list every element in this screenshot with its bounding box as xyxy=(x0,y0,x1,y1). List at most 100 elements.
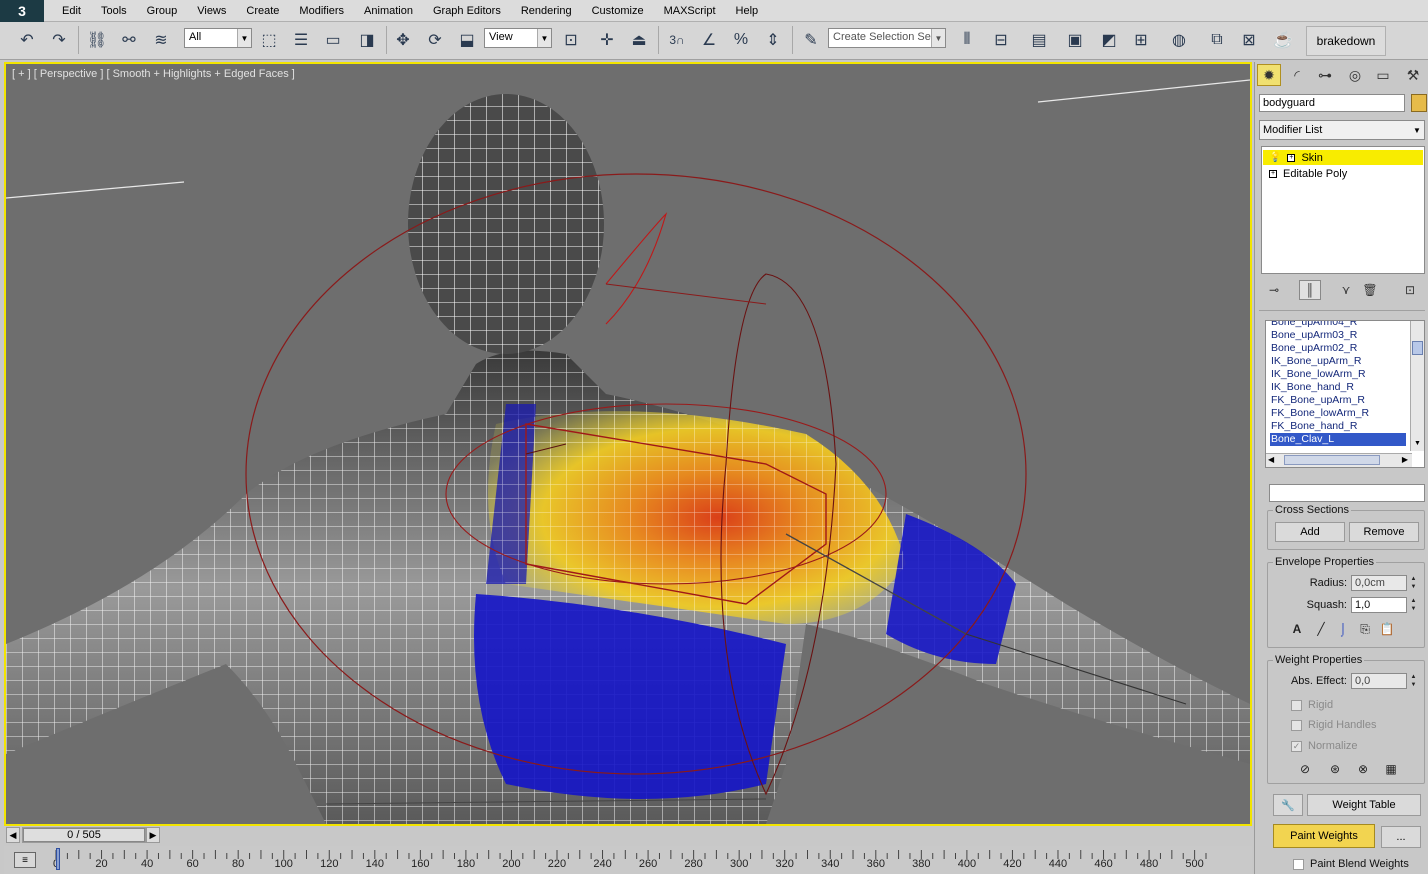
viewport-pov-label[interactable]: [ Perspective ] xyxy=(34,68,104,80)
exclude-verts-icon[interactable]: ⊘ xyxy=(1295,760,1315,778)
menu-item-customize[interactable]: Customize xyxy=(582,5,654,17)
copy-envelope-icon[interactable]: ⎘ xyxy=(1355,620,1375,638)
mirror-icon[interactable]: ⫴ xyxy=(954,27,980,53)
show-end-result-icon[interactable]: ║ xyxy=(1299,280,1321,300)
viewport-menu-label[interactable]: [ + ] xyxy=(12,68,31,80)
angle-snap-icon[interactable]: ∠ xyxy=(696,27,722,53)
stack-item-editable-poly[interactable]: + Editable Poly xyxy=(1263,166,1423,181)
checkbox-box[interactable] xyxy=(1293,858,1304,870)
viewport-shading-label[interactable]: [ Smooth + Highlights + Edged Faces ] xyxy=(106,68,294,80)
menu-item-animation[interactable]: Animation xyxy=(354,5,423,17)
remove-modifier-icon[interactable]: 🗑 xyxy=(1359,280,1381,300)
bones-list[interactable]: Bone_Clav_L FK_Bone_hand_R FK_Bone_lowArm_… xyxy=(1265,320,1425,468)
menu-item-create[interactable]: Create xyxy=(236,5,289,17)
menu-item-views[interactable]: Views xyxy=(187,5,236,17)
bones-vertical-scrollbar[interactable]: ▼ xyxy=(1410,321,1424,451)
paint-weights-button[interactable]: Paint Weights xyxy=(1273,824,1375,848)
keyboard-shortcut-override-icon[interactable]: ⏏ xyxy=(626,27,652,53)
paint-options-button[interactable]: ... xyxy=(1381,826,1421,848)
scroll-thumb[interactable] xyxy=(1284,455,1380,465)
select-and-link-icon[interactable]: ⛓ xyxy=(84,27,110,53)
schematic-view-icon[interactable]: ⊞ xyxy=(1128,27,1154,53)
viewport-label[interactable]: [ + ] [ Perspective ] [ Smooth + Highlig… xyxy=(12,68,295,80)
bone-list-item[interactable]: FK_Bone_upArm_R xyxy=(1270,394,1406,407)
spinner-snap-icon[interactable]: ⇕ xyxy=(760,27,786,53)
menu-item-rendering[interactable]: Rendering xyxy=(511,5,582,17)
modifier-list-dropdown[interactable]: Modifier List ▼ xyxy=(1259,120,1425,140)
curve-icon[interactable]: ⌡ xyxy=(1333,620,1353,638)
utilities-tab-icon[interactable]: ⚒ xyxy=(1401,64,1425,86)
layer-manager-icon[interactable]: ▤ xyxy=(1026,27,1052,53)
menu-item-group[interactable]: Group xyxy=(137,5,188,17)
bone-list-item[interactable]: Bone_Clav_L xyxy=(1270,433,1406,446)
bone-list-item[interactable]: IK_Bone_hand_R xyxy=(1270,381,1406,394)
create-tab-icon[interactable]: ✹ xyxy=(1257,64,1281,86)
bone-list-item[interactable]: IK_Bone_lowArm_R xyxy=(1270,368,1406,381)
named-selection-dropdown[interactable]: Create Selection Se ▼ xyxy=(828,28,946,48)
bone-list-item[interactable]: FK_Bone_hand_R xyxy=(1270,420,1406,433)
curve-editor-icon[interactable]: ◩ xyxy=(1096,27,1122,53)
edit-named-selection-icon[interactable]: ✎ xyxy=(798,27,824,53)
menu-item-edit[interactable]: Edit xyxy=(52,5,91,17)
unlink-icon[interactable]: ⚯ xyxy=(116,27,142,53)
rigid-checkbox[interactable]: Rigid xyxy=(1291,699,1333,711)
menu-item-help[interactable]: Help xyxy=(726,5,769,17)
scroll-thumb[interactable] xyxy=(1412,341,1423,355)
paste-envelope-icon[interactable]: 📋 xyxy=(1377,620,1397,638)
pivot-center-icon[interactable]: ⊡ xyxy=(558,27,584,53)
percent-snap-icon[interactable]: % xyxy=(728,27,754,53)
remove-cross-section-button[interactable]: Remove xyxy=(1349,522,1419,542)
object-color-swatch[interactable] xyxy=(1411,94,1427,112)
bind-to-space-warp-icon[interactable]: ≋ xyxy=(148,27,174,53)
bone-list-item[interactable]: Bone_upArm04_R xyxy=(1270,321,1406,329)
graphite-ribbon-icon[interactable]: ▣ xyxy=(1062,27,1088,53)
selection-filter-dropdown[interactable]: All ▼ xyxy=(184,28,252,48)
perspective-viewport[interactable]: [ + ] [ Perspective ] [ Smooth + Highlig… xyxy=(4,62,1252,826)
curve-editor-mini-icon[interactable]: ≡ xyxy=(14,852,36,868)
redo-icon[interactable]: ↷ xyxy=(46,27,72,53)
abs-effect-spinner[interactable]: 0,0 xyxy=(1351,673,1407,689)
wrench-icon[interactable]: 🔧 xyxy=(1273,794,1303,816)
window-crossing-icon[interactable]: ◨ xyxy=(354,27,380,53)
pencil-icon[interactable]: ╱ xyxy=(1311,620,1331,638)
bone-list-item[interactable]: Bone_upArm02_R xyxy=(1270,342,1406,355)
normalize-checkbox[interactable]: ✓ Normalize xyxy=(1291,740,1358,752)
checkbox-box[interactable] xyxy=(1291,699,1302,711)
render-production-icon[interactable]: ☕ xyxy=(1270,27,1296,53)
checkbox-box[interactable]: ✓ xyxy=(1291,740,1302,752)
pin-stack-icon[interactable]: ⊸ xyxy=(1263,280,1285,300)
display-tab-icon[interactable]: ▭ xyxy=(1371,64,1395,86)
reference-coordinate-dropdown[interactable]: View ▼ xyxy=(484,28,552,48)
bake-selected-icon[interactable]: ▦ xyxy=(1381,760,1401,778)
squash-spinner[interactable]: 1,0 xyxy=(1351,597,1407,613)
scroll-down-icon[interactable]: ▼ xyxy=(1412,440,1423,450)
rigid-handles-checkbox[interactable]: Rigid Handles xyxy=(1291,719,1376,731)
radius-spinner-arrows[interactable]: ▲ ▼ xyxy=(1409,575,1418,591)
paint-blend-weights-checkbox[interactable]: Paint Blend Weights xyxy=(1293,858,1409,870)
include-verts-icon[interactable]: ⊛ xyxy=(1325,760,1345,778)
scroll-left-icon[interactable]: ◀ xyxy=(1268,455,1274,464)
scroll-right-icon[interactable]: ▶ xyxy=(1402,455,1408,464)
menu-item-modifiers[interactable]: Modifiers xyxy=(289,5,354,17)
next-frame-arrow-icon[interactable]: ▶ xyxy=(146,827,160,843)
prev-frame-arrow-icon[interactable]: ◀ xyxy=(6,827,20,843)
menu-item-tools[interactable]: Tools xyxy=(91,5,137,17)
snaps-toggle-icon[interactable]: 3 ∩ xyxy=(664,27,690,53)
time-slider-thumb[interactable]: 0 / 505 xyxy=(23,828,145,842)
expand-icon[interactable]: + xyxy=(1287,153,1296,162)
bone-list-item[interactable]: IK_Bone_upArm_R xyxy=(1270,355,1406,368)
abs-effect-spinner-arrows[interactable]: ▲ ▼ xyxy=(1409,673,1418,689)
select-and-rotate-icon[interactable]: ⟳ xyxy=(422,27,448,53)
add-cross-section-button[interactable]: Add xyxy=(1275,522,1345,542)
absolute-paint-icon[interactable]: A xyxy=(1287,620,1307,638)
frame-ruler[interactable]: 0204060801001201401601802002202402602803… xyxy=(53,846,1250,874)
app-logo-button[interactable]: 3 xyxy=(0,0,44,22)
stack-item-skin[interactable]: 💡 + Skin xyxy=(1263,150,1423,165)
hierarchy-tab-icon[interactable]: ⊶ xyxy=(1313,64,1337,86)
rectangular-selection-icon[interactable]: ▭ xyxy=(320,27,346,53)
light-bulb-icon[interactable]: 💡 xyxy=(1269,152,1281,163)
render-setup-icon[interactable]: ⧉ xyxy=(1204,27,1230,53)
squash-spinner-arrows[interactable]: ▲ ▼ xyxy=(1409,597,1418,613)
expand-icon[interactable]: + xyxy=(1269,169,1277,178)
select-and-move-icon[interactable]: ✥ xyxy=(390,27,416,53)
